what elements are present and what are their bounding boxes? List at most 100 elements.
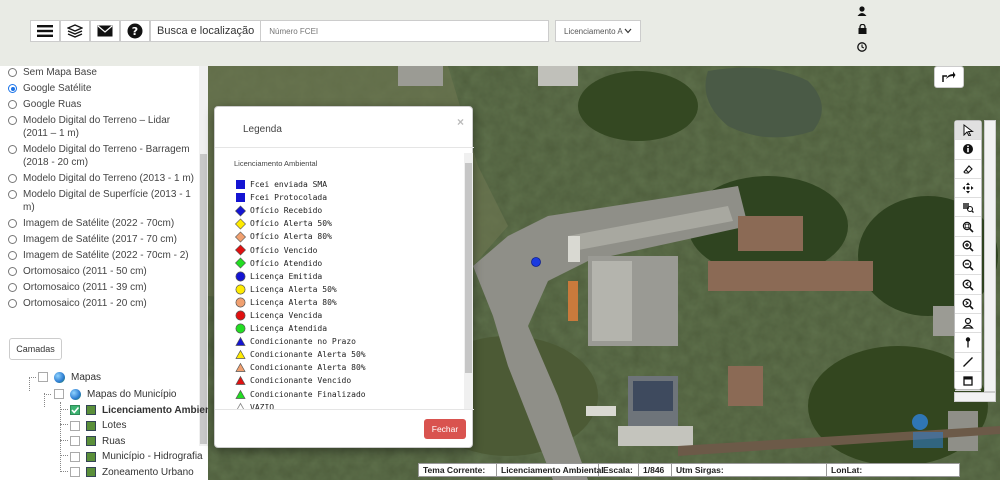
- radio-button[interactable]: [8, 100, 17, 109]
- help-button[interactable]: ?: [120, 20, 150, 42]
- camadas-button[interactable]: Camadas: [9, 338, 62, 360]
- base-layer-option[interactable]: Google Ruas: [8, 98, 196, 111]
- user-button[interactable]: [852, 2, 872, 20]
- layer-icon: [86, 451, 96, 462]
- map-tool-button[interactable]: [955, 121, 981, 141]
- base-layer-option[interactable]: Sem Mapa Base: [8, 66, 196, 79]
- radio-button[interactable]: [8, 299, 17, 308]
- base-layer-option[interactable]: Imagem de Satélite (2022 - 70cm - 2): [8, 249, 196, 262]
- close-button[interactable]: ×: [457, 115, 464, 129]
- base-layer-label: Google Satélite: [23, 83, 92, 94]
- base-layer-option[interactable]: Modelo Digital do Terreno (2013 - 1 m): [8, 172, 196, 185]
- map-tool-button[interactable]: [955, 256, 981, 276]
- question-mark-icon: ?: [127, 23, 143, 39]
- tree-line: [60, 440, 68, 441]
- radio-button[interactable]: [8, 84, 17, 93]
- radio-button[interactable]: [8, 251, 17, 260]
- search-input[interactable]: [261, 20, 550, 42]
- map-tool-button[interactable]: [955, 275, 981, 295]
- legend-item-label: Condicionante Alerta 80%: [250, 363, 366, 373]
- map-tool-button[interactable]: [955, 333, 981, 353]
- legend-item: Ofício Alerta 80%: [235, 230, 465, 243]
- map-tool-button[interactable]: [955, 140, 981, 160]
- tree-leaf-label: Zoneamento Urbano: [102, 466, 194, 478]
- radio-button[interactable]: [8, 116, 17, 125]
- share-button[interactable]: [934, 66, 964, 88]
- clock-button[interactable]: [852, 38, 872, 56]
- legend-item-label: Licença Vencida: [250, 310, 323, 320]
- tree-node-mapas[interactable]: Mapas: [38, 369, 101, 385]
- globe-icon: [70, 388, 81, 400]
- base-layer-option[interactable]: Imagem de Satélite (2022 - 70cm): [8, 217, 196, 230]
- base-layer-option[interactable]: Modelo Digital do Terreno – Lidar (2011 …: [8, 114, 196, 140]
- tree-node-mapas-municipio[interactable]: Mapas do Município: [54, 386, 177, 402]
- base-layer-label: Ortomosaico (2011 - 39 cm): [23, 282, 147, 293]
- tree-line: [60, 455, 68, 456]
- tree-leaf-label: Licenciamento Ambiental: [102, 404, 208, 416]
- checkbox[interactable]: [70, 467, 80, 477]
- legend-item-label: Licença Emitida: [250, 271, 323, 281]
- legend-item-label: Condicionante no Prazo: [250, 337, 356, 347]
- tree-leaf-item[interactable]: Licenciamento Ambiental: [70, 402, 208, 418]
- radio-button[interactable]: [8, 68, 17, 77]
- legend-diamond-icon: [235, 218, 246, 230]
- map-tool-button[interactable]: [955, 353, 981, 372]
- tree-leaf-item[interactable]: Ruas: [70, 433, 125, 449]
- svg-text:?: ?: [132, 25, 138, 38]
- radio-button[interactable]: [8, 219, 17, 228]
- checkbox[interactable]: [70, 405, 80, 415]
- layers-button[interactable]: [60, 20, 90, 42]
- checkbox[interactable]: [54, 389, 64, 399]
- legend-scrollbar[interactable]: [464, 153, 473, 409]
- tree-node-label: Mapas do Município: [87, 388, 177, 400]
- base-layer-option[interactable]: Ortomosaico (2011 - 39 cm): [8, 281, 196, 294]
- globe-icon: [54, 371, 65, 383]
- layer-icon: [86, 420, 96, 431]
- map-tool-button[interactable]: [955, 160, 981, 179]
- base-layer-option[interactable]: Modelo Digital do Terreno - Barragem (20…: [8, 143, 196, 169]
- map-tool-button[interactable]: [955, 295, 981, 314]
- map-tool-button[interactable]: [955, 179, 981, 199]
- checkbox[interactable]: [70, 436, 80, 446]
- checkbox[interactable]: [70, 451, 80, 462]
- tree-line: [60, 424, 68, 425]
- radio-button[interactable]: [8, 145, 17, 154]
- tree-leaf-label: Ruas: [102, 435, 126, 447]
- radio-button[interactable]: [8, 174, 17, 183]
- menu-button[interactable]: [30, 20, 60, 42]
- map-horizontal-scrollbar[interactable]: [954, 392, 996, 402]
- base-layer-option[interactable]: Ortomosaico (2011 - 50 cm): [8, 265, 196, 278]
- radio-button[interactable]: [8, 235, 17, 244]
- lock-button[interactable]: [852, 20, 872, 38]
- legend-item: Condicionante Alerta 50%: [235, 348, 465, 361]
- tree-leaf-item[interactable]: Município - Hidrografia: [70, 449, 203, 465]
- map-tool-button[interactable]: [955, 217, 981, 237]
- radio-button[interactable]: [8, 190, 17, 199]
- status-escala-label: Escala:: [599, 464, 639, 476]
- base-layer-option[interactable]: Modelo Digital de Superfície (2013 - 1 m…: [8, 188, 196, 214]
- base-layer-option[interactable]: Ortomosaico (2011 - 20 cm): [8, 297, 196, 310]
- map-marker[interactable]: [531, 257, 541, 267]
- radio-button[interactable]: [8, 283, 17, 292]
- map-vertical-scrollbar[interactable]: [984, 120, 996, 392]
- checkbox[interactable]: [38, 372, 48, 382]
- base-layer-list: Sem Mapa Base Google Satélite Google Ruas M…: [8, 66, 196, 313]
- map-tool-button[interactable]: [955, 237, 981, 257]
- theme-select[interactable]: Licenciamento A: [555, 20, 641, 42]
- tree-leaf-item[interactable]: Zoneamento Urbano: [70, 464, 194, 480]
- tree-line: [44, 393, 45, 407]
- base-layer-label: Modelo Digital do Terreno - Barragem (20…: [23, 144, 190, 168]
- radio-button[interactable]: [8, 267, 17, 276]
- base-layer-option[interactable]: Google Satélite: [8, 82, 196, 95]
- map-tool-button[interactable]: [955, 372, 981, 392]
- map-tool-button[interactable]: [955, 198, 981, 218]
- base-layer-label: Ortomosaico (2011 - 50 cm): [23, 266, 147, 277]
- map-tool-button[interactable]: [955, 314, 981, 334]
- pin-icon: [965, 337, 971, 348]
- mail-button[interactable]: [90, 20, 120, 42]
- legend-scroll-thumb[interactable]: [465, 163, 472, 373]
- base-layer-option[interactable]: Imagem de Satélite (2017 - 70 cm): [8, 233, 196, 246]
- tree-leaf-item[interactable]: Lotes: [70, 418, 126, 434]
- fechar-button[interactable]: Fechar: [424, 419, 466, 439]
- checkbox[interactable]: [70, 420, 80, 431]
